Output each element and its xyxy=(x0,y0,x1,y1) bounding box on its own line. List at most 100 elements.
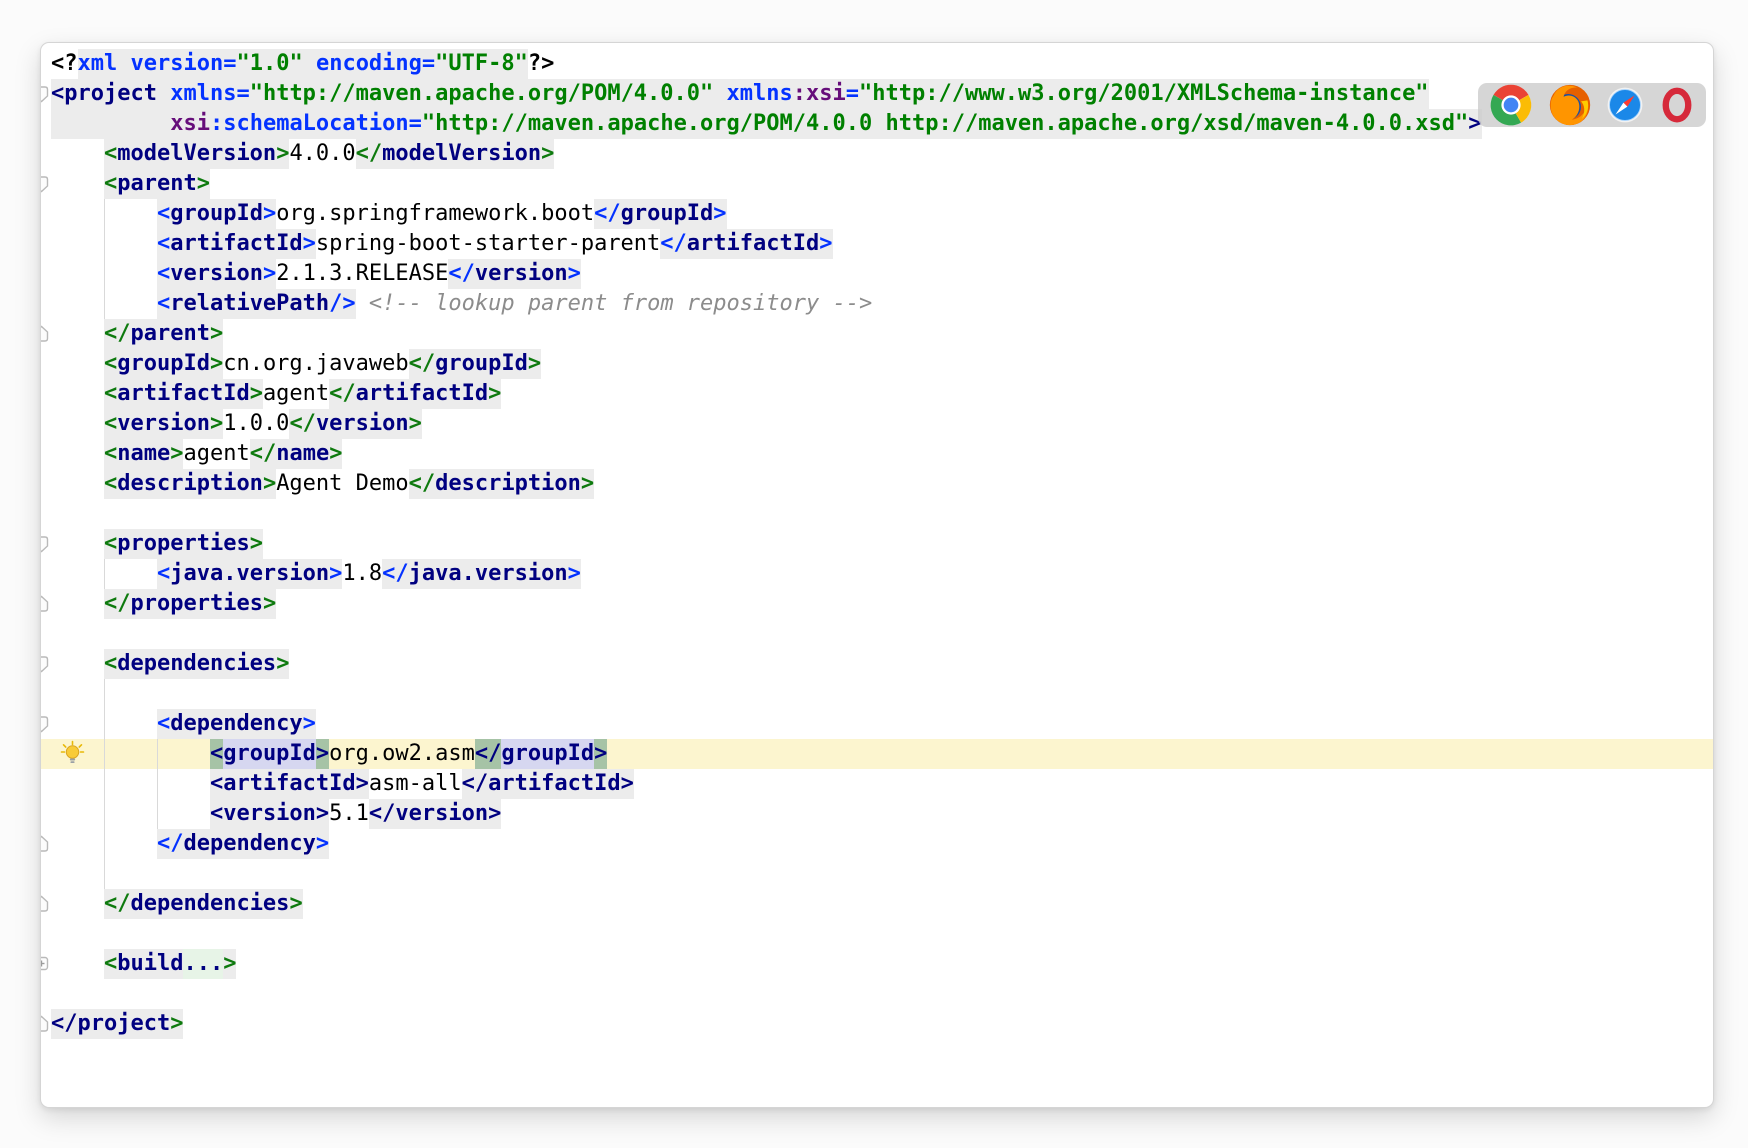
code-line[interactable]: xsi:schemaLocation="http://maven.apache.… xyxy=(41,109,1713,139)
code-token: Agent Demo xyxy=(276,469,408,499)
code-token: "http://maven.apache.org/POM/4.0.0 http:… xyxy=(422,109,1468,139)
fold-marker-expanded-top[interactable] xyxy=(41,175,50,193)
code-token: org.ow2.asm xyxy=(329,739,475,769)
code-line[interactable]: </properties> xyxy=(41,589,1713,619)
fold-marker-expanded-bottom[interactable] xyxy=(41,835,50,853)
fold-marker-expanded-top[interactable] xyxy=(41,535,50,553)
code-token: java.version xyxy=(409,559,568,589)
code-token: < xyxy=(157,259,170,289)
code-line[interactable]: <java.version>1.8</java.version> xyxy=(41,559,1713,589)
code-line[interactable]: <properties> xyxy=(41,529,1713,559)
code-token xyxy=(51,649,104,679)
code-line[interactable]: </dependency> xyxy=(41,829,1713,859)
code-line[interactable]: <dependency> xyxy=(41,709,1713,739)
code-line[interactable] xyxy=(41,499,1713,529)
code-line[interactable]: <version>2.1.3.RELEASE</version> xyxy=(41,259,1713,289)
code-token: > xyxy=(263,589,276,619)
fold-marker-expanded-bottom[interactable] xyxy=(41,595,50,613)
chrome-icon[interactable] xyxy=(1489,83,1533,127)
code-token: <!-- lookup parent from repository --> xyxy=(369,289,872,319)
code-token: encoding xyxy=(316,49,422,79)
code-line[interactable]: <artifactId>asm-all</artifactId> xyxy=(41,769,1713,799)
code-token: < xyxy=(157,559,170,589)
code-token: < xyxy=(104,949,117,979)
fold-marker-expanded-top[interactable] xyxy=(41,655,50,673)
code-token: </ xyxy=(448,259,475,289)
code-token: > xyxy=(210,319,223,349)
code-editor[interactable]: <?xml version="1.0" encoding="UTF-8"?><p… xyxy=(41,43,1713,1107)
fold-marker-expanded-top[interactable] xyxy=(41,85,50,103)
code-token: parent xyxy=(130,319,209,349)
code-token xyxy=(51,529,104,559)
code-token: < xyxy=(104,349,117,379)
code-line[interactable] xyxy=(41,979,1713,1009)
code-token: > xyxy=(250,529,263,559)
code-line[interactable]: <artifactId>spring-boot-starter-parent</… xyxy=(41,229,1713,259)
editor-window: <?xml version="1.0" encoding="UTF-8"?><p… xyxy=(40,42,1714,1108)
code-token: > xyxy=(170,439,183,469)
code-line[interactable]: <version>5.1</version> xyxy=(41,799,1713,829)
code-line[interactable]: </project> xyxy=(41,1009,1713,1039)
code-token: </ xyxy=(329,379,356,409)
code-token: > xyxy=(329,559,342,589)
code-token: dependencies xyxy=(130,889,289,919)
firefox-icon[interactable] xyxy=(1548,83,1592,127)
code-token: < xyxy=(104,529,117,559)
code-token: name xyxy=(117,439,170,469)
code-token: ?> xyxy=(528,49,555,79)
code-line[interactable]: <modelVersion>4.0.0</modelVersion> xyxy=(41,139,1713,169)
fold-marker-expanded-bottom[interactable] xyxy=(41,1015,50,1033)
fold-marker-expanded-bottom[interactable] xyxy=(41,325,50,343)
code-token: > xyxy=(223,949,236,979)
code-token: groupId xyxy=(435,349,528,379)
fold-marker-collapsed-plus[interactable] xyxy=(41,955,50,973)
code-token: > xyxy=(409,409,422,439)
code-line[interactable]: <groupId>cn.org.javaweb</groupId> xyxy=(41,349,1713,379)
code-token xyxy=(157,79,170,109)
code-line-caret[interactable]: <groupId>org.ow2.asm</groupId> xyxy=(41,739,1713,769)
code-line[interactable]: <build...> xyxy=(41,949,1713,979)
code-token: asm-all xyxy=(369,769,462,799)
code-line[interactable]: <dependencies> xyxy=(41,649,1713,679)
code-line[interactable]: </parent> xyxy=(41,319,1713,349)
code-line[interactable]: <description>Agent Demo</description> xyxy=(41,469,1713,499)
code-token xyxy=(356,289,369,319)
code-line[interactable]: <groupId>org.springframework.boot</group… xyxy=(41,199,1713,229)
code-token xyxy=(713,79,726,109)
code-token: artifactId xyxy=(223,769,355,799)
code-line[interactable]: <parent> xyxy=(41,169,1713,199)
code-token: > xyxy=(541,139,554,169)
intention-lightbulb-icon[interactable] xyxy=(59,740,86,767)
code-line[interactable]: <project xmlns="http://maven.apache.org/… xyxy=(41,79,1713,109)
safari-icon[interactable] xyxy=(1606,86,1644,124)
code-token: > xyxy=(819,229,832,259)
code-token: < xyxy=(104,169,117,199)
code-token xyxy=(51,349,104,379)
open-in-browser-toolbar xyxy=(1478,83,1706,127)
code-token: :schemaLocation xyxy=(210,109,409,139)
indent-guide xyxy=(104,199,105,319)
code-line[interactable]: <relativePath/> <!-- lookup parent from … xyxy=(41,289,1713,319)
code-line[interactable]: <?xml version="1.0" encoding="UTF-8"?> xyxy=(41,49,1713,79)
code-token: </ xyxy=(356,139,383,169)
code-token: properties xyxy=(117,529,249,559)
code-line[interactable] xyxy=(41,619,1713,649)
code-line[interactable]: </dependencies> xyxy=(41,889,1713,919)
code-token xyxy=(51,799,210,829)
code-token: relativePath xyxy=(170,289,329,319)
code-token: version xyxy=(131,49,224,79)
code-line[interactable] xyxy=(41,679,1713,709)
fold-marker-expanded-top[interactable] xyxy=(41,715,50,733)
code-token: < xyxy=(157,199,170,229)
code-line[interactable]: <version>1.0.0</version> xyxy=(41,409,1713,439)
code-line[interactable]: <name>agent</name> xyxy=(41,439,1713,469)
code-line[interactable] xyxy=(41,859,1713,889)
code-line[interactable]: <artifactId>agent</artifactId> xyxy=(41,379,1713,409)
code-token: < xyxy=(157,289,170,319)
code-line[interactable] xyxy=(41,919,1713,949)
code-token: dependency xyxy=(183,829,315,859)
code-token: artifactId xyxy=(356,379,488,409)
code-token: > xyxy=(568,559,581,589)
fold-marker-expanded-bottom[interactable] xyxy=(41,895,50,913)
opera-icon[interactable] xyxy=(1659,87,1695,123)
